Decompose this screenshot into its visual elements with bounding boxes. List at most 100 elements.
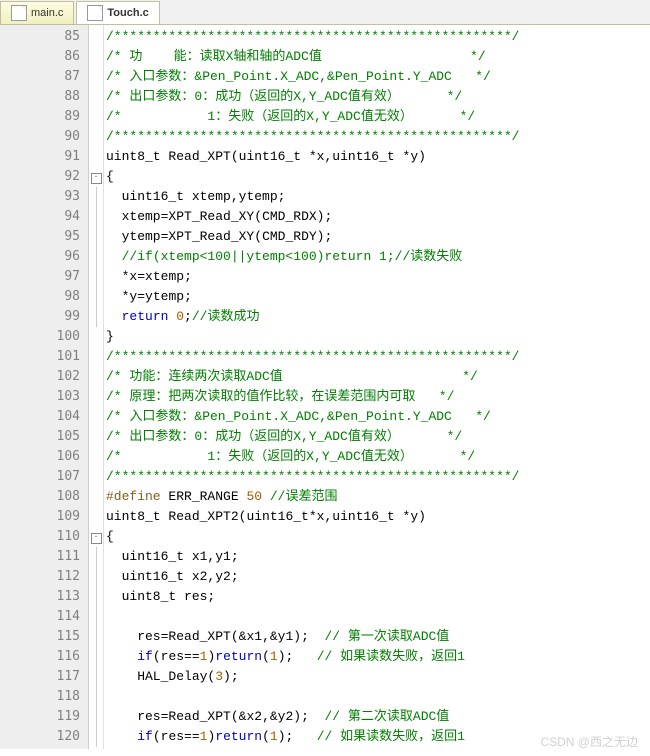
line-number: 94 [0,207,80,227]
line-number: 100 [0,327,80,347]
code-line[interactable]: uint8_t res; [106,587,519,607]
code-line[interactable] [106,687,519,707]
fold-cell [89,47,103,67]
code-line[interactable]: /***************************************… [106,347,519,367]
code-line[interactable]: uint16_t x1,y1; [106,547,519,567]
code-line[interactable]: /* 入口参数：&Pen_Point.X_ADC,&Pen_Point.Y_AD… [106,407,519,427]
code-line[interactable]: if(res==1)return(1); // 如果读数失败，返回1 [106,647,519,667]
code-line[interactable]: /***************************************… [106,127,519,147]
code-line[interactable]: res=Read_XPT(&x2,&y2); // 第二次读取ADC值 [106,707,519,727]
line-number: 108 [0,487,80,507]
fold-cell: - [89,167,103,187]
code-area[interactable]: /***************************************… [104,25,519,749]
fold-cell [89,347,103,367]
line-number: 97 [0,267,80,287]
line-number: 86 [0,47,80,67]
fold-cell: - [89,527,103,547]
tab-bar: main.c Touch.c [0,0,650,25]
tab-label: main.c [31,7,63,19]
line-number: 119 [0,707,80,727]
code-line[interactable]: /* 功能：连续两次读取ADC值 */ [106,367,519,387]
fold-cell [89,707,103,727]
code-line[interactable]: /* 1：失败（返回的X,Y_ADC值无效） */ [106,107,519,127]
line-number: 103 [0,387,80,407]
fold-cell [89,107,103,127]
code-line[interactable]: #define ERR_RANGE 50 //误差范围 [106,487,519,507]
line-number: 110 [0,527,80,547]
code-line[interactable]: /* 出口参数：0：成功（返回的X,Y_ADC值有效） */ [106,87,519,107]
code-line[interactable]: ytemp=XPT_Read_XY(CMD_RDY); [106,227,519,247]
tab-main-c[interactable]: main.c [0,1,74,24]
fold-cell [89,187,103,207]
fold-cell [89,507,103,527]
fold-cell [89,307,103,327]
line-number: 112 [0,567,80,587]
fold-toggle-icon[interactable]: - [91,533,102,544]
line-number: 104 [0,407,80,427]
fold-cell [89,467,103,487]
code-line[interactable]: xtemp=XPT_Read_XY(CMD_RDX); [106,207,519,227]
fold-cell [89,27,103,47]
line-number: 120 [0,727,80,747]
fold-cell [89,147,103,167]
line-number: 114 [0,607,80,627]
fold-cell [89,387,103,407]
line-number: 92 [0,167,80,187]
fold-toggle-icon[interactable]: - [91,173,102,184]
fold-cell [89,407,103,427]
fold-cell [89,87,103,107]
line-number: 89 [0,107,80,127]
line-number-gutter: 8586878889909192939495969798991001011021… [0,25,89,749]
line-number: 91 [0,147,80,167]
code-line[interactable]: /* 1：失败（返回的X,Y_ADC值无效） */ [106,447,519,467]
line-number: 105 [0,427,80,447]
code-editor[interactable]: 8586878889909192939495969798991001011021… [0,25,650,749]
code-line[interactable]: { [106,167,519,187]
fold-cell [89,327,103,347]
fold-cell [89,647,103,667]
fold-cell [89,247,103,267]
code-line[interactable]: /* 原理：把两次读取的值作比较，在误差范围内可取 */ [106,387,519,407]
fold-cell [89,567,103,587]
code-line[interactable]: uint8_t Read_XPT(uint16_t *x,uint16_t *y… [106,147,519,167]
code-line[interactable]: return 0;//读数成功 [106,307,519,327]
code-line[interactable]: uint16_t xtemp,ytemp; [106,187,519,207]
line-number: 98 [0,287,80,307]
code-line[interactable]: uint8_t Read_XPT2(uint16_t*x,uint16_t *y… [106,507,519,527]
code-line[interactable]: { [106,527,519,547]
fold-cell [89,227,103,247]
line-number: 116 [0,647,80,667]
fold-cell [89,687,103,707]
code-line[interactable]: } [106,327,519,347]
code-line[interactable]: *x=xtemp; [106,267,519,287]
code-line[interactable]: /* 出口参数：0：成功（返回的X,Y_ADC值有效） */ [106,427,519,447]
fold-cell [89,667,103,687]
fold-cell [89,267,103,287]
code-line[interactable]: /***************************************… [106,27,519,47]
line-number: 111 [0,547,80,567]
fold-cell [89,487,103,507]
code-line[interactable]: /* 功 能：读取X轴和轴的ADC值 */ [106,47,519,67]
fold-column: -- [89,25,104,749]
fold-cell [89,207,103,227]
line-number: 101 [0,347,80,367]
code-line[interactable]: *y=ytemp; [106,287,519,307]
code-line[interactable]: uint16_t x2,y2; [106,567,519,587]
line-number: 107 [0,467,80,487]
line-number: 95 [0,227,80,247]
code-line[interactable]: /* 入口参数：&Pen_Point.X_ADC,&Pen_Point.Y_AD… [106,67,519,87]
line-number: 90 [0,127,80,147]
code-line[interactable]: HAL_Delay(3); [106,667,519,687]
fold-cell [89,287,103,307]
code-line[interactable]: res=Read_XPT(&x1,&y1); // 第一次读取ADC值 [106,627,519,647]
code-line[interactable]: //if(xtemp<100||ytemp<100)return 1;//读数失… [106,247,519,267]
code-line[interactable] [106,607,519,627]
line-number: 115 [0,627,80,647]
line-number: 99 [0,307,80,327]
line-number: 117 [0,667,80,687]
code-line[interactable]: /***************************************… [106,467,519,487]
fold-cell [89,627,103,647]
code-line[interactable]: if(res==1)return(1); // 如果读数失败，返回1 [106,727,519,747]
tab-touch-c[interactable]: Touch.c [76,1,159,24]
fold-cell [89,727,103,747]
